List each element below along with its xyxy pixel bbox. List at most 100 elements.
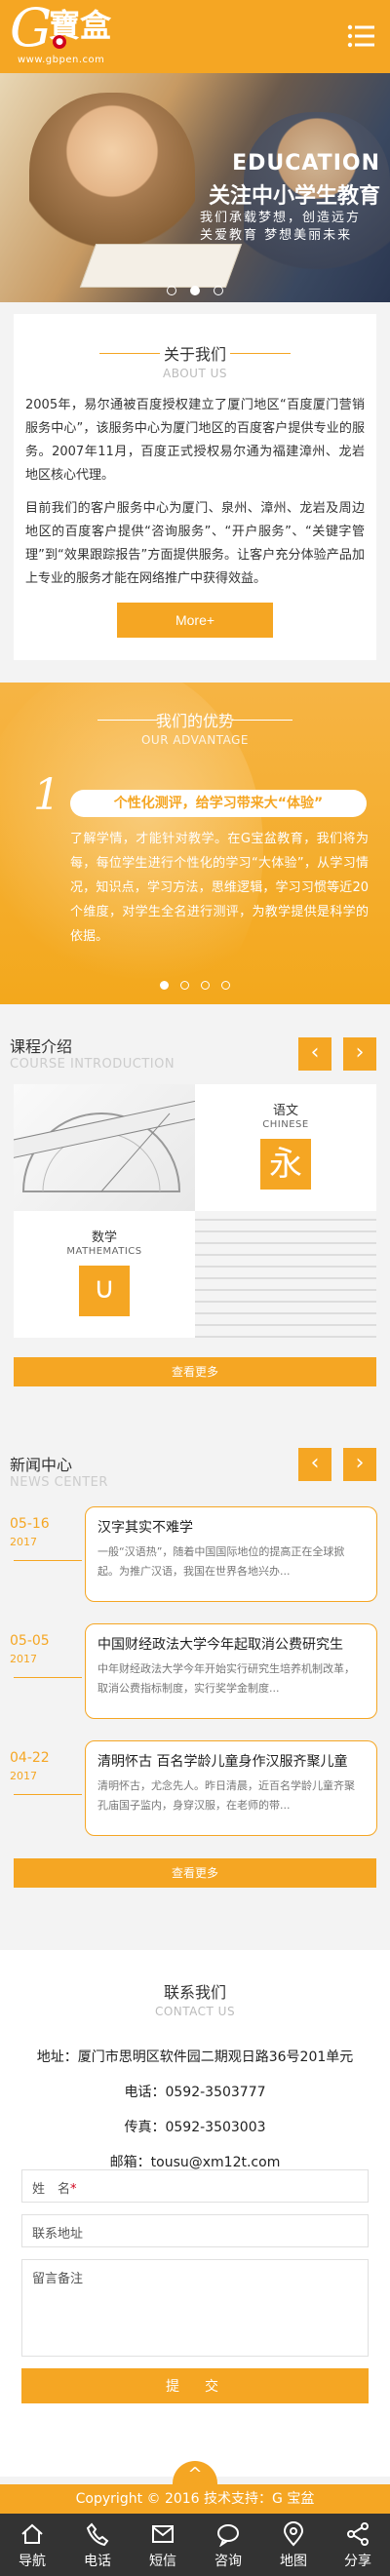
chevron-up-icon: ^ xyxy=(187,2464,203,2484)
news-item-title[interactable]: 清明怀古 百名学龄儿童身作汉服齐聚儿童 xyxy=(98,1751,365,1771)
advantage-text: 了解学情，才能针对教学。在G宝盆教育，我们将为每，每位学生进行个性化的学习“大体… xyxy=(70,832,369,944)
course-next-button[interactable]: › xyxy=(343,1037,376,1071)
contact-fax: 传真：0592-3503003 xyxy=(124,2120,266,2135)
nav-label: 电话 xyxy=(84,2554,111,2569)
submit-button[interactable]: 提 交 xyxy=(21,2368,369,2403)
required-star: * xyxy=(70,2182,77,2197)
share-icon xyxy=(347,2522,369,2546)
about-paragraph: 目前我们的客户服务中心为厦门、泉州、漳州、龙岩及周边地区的百度客户提供“咨询服务… xyxy=(25,501,365,586)
course-title-en: COURSE INTRODUCTION xyxy=(10,1057,176,1072)
course-photo-ruler xyxy=(14,1084,195,1211)
news-item-summary: 中年财经政法大学今年开始实行研究生培养机制改革，取消公费指标制度，实行奖学金制度… xyxy=(98,1662,355,1695)
news-prev-button[interactable]: ‹ xyxy=(298,1448,332,1481)
news-item-title[interactable]: 汉字其实不难学 xyxy=(98,1517,365,1537)
banner-dot-active[interactable] xyxy=(190,286,200,295)
divider xyxy=(98,720,158,721)
contact-phone[interactable]: 电话：0592-3503777 xyxy=(0,2075,390,2110)
news-date: 05-05 xyxy=(10,1633,50,1649)
nav-item-home[interactable]: 导航 xyxy=(0,2514,64,2576)
about-paragraph: 2005年，易尔通被百度授权建立了厦门地区“百度厦门营销服务中心”，该服务中心为… xyxy=(25,398,365,483)
news-year: 2017 xyxy=(10,1770,37,1782)
message-textarea[interactable]: 留言备注 xyxy=(21,2259,369,2357)
message-field-label: 留言备注 xyxy=(32,2272,84,2286)
hero-banner[interactable]: EDUCATION 关注中小学生教育 我们承载梦想，创造远方 关爱教育 梦想美丽… xyxy=(0,73,390,302)
bottom-nav: 导航 电话 短信 咨询 地图 分享 xyxy=(0,2514,390,2576)
name-field-label: 姓 名 xyxy=(32,2182,71,2197)
nav-label: 分享 xyxy=(344,2554,371,2569)
course-card-chinese[interactable]: 语文 CHINESE 永 xyxy=(195,1084,376,1211)
contact-form: 姓 名* 联系地址 留言备注 提 交 xyxy=(21,2169,369,2403)
news-card[interactable]: 汉字其实不难学 一般“汉语热”，随着中国国际地位的提高正在全球掀起。为推广汉语，… xyxy=(85,1506,377,1602)
advantage-dot[interactable] xyxy=(201,981,210,990)
banner-title-cn: 关注中小学生教育 xyxy=(208,184,380,209)
contact-address: 地址：厦门市思明区软件园二期观日路36号201单元 xyxy=(36,2049,354,2065)
course-card-math[interactable]: 数学 MATHEMATICS ∪ xyxy=(14,1211,195,1338)
course-name-en: CHINESE xyxy=(262,1119,309,1130)
advantage-heading: 我们的优势 OUR ADVANTAGE xyxy=(0,708,390,747)
news-item[interactable]: 04-22 2017 清明怀古 百名学龄儿童身作汉服齐聚儿童 清明怀古，尤念先人… xyxy=(0,1740,390,1838)
about-section: 关于我们 ABOUT US 2005年，易尔通被百度授权建立了厦门地区“百度厦门… xyxy=(14,314,376,660)
contact-info: 地址：厦门市思明区软件园二期观日路36号201单元 电话：0592-350377… xyxy=(0,2040,390,2180)
advantage-title-en: OUR ADVANTAGE xyxy=(140,733,250,747)
nav-item-sms[interactable]: 短信 xyxy=(131,2514,195,2576)
advantage-number: 1 xyxy=(33,770,60,820)
news-title-en: NEWS CENTER xyxy=(10,1475,108,1490)
nav-item-map[interactable]: 地图 xyxy=(261,2514,326,2576)
news-item[interactable]: 05-05 2017 中国财经政法大学今年起取消公费研究生 中年财经政法大学今年… xyxy=(0,1623,390,1721)
advantage-dot[interactable] xyxy=(221,981,230,990)
nav-item-chat[interactable]: 咨询 xyxy=(196,2514,260,2576)
about-more-button[interactable]: More+ xyxy=(117,603,273,638)
contact-title-en: CONTACT US xyxy=(154,2005,236,2018)
phone-icon xyxy=(86,2522,109,2547)
banner-dot[interactable] xyxy=(167,286,176,295)
divider xyxy=(14,1677,82,1678)
logo-url: www.gbpen.com xyxy=(18,55,105,65)
chat-icon xyxy=(217,2524,239,2547)
banner-subtitle: 我们承载梦想，创造远方 关爱教育 梦想美丽未来 xyxy=(200,211,362,243)
chinese-character-icon: 永 xyxy=(260,1139,311,1190)
course-name: 语文 xyxy=(272,1104,298,1118)
news-next-button[interactable]: › xyxy=(343,1448,376,1481)
news-item-summary: 清明怀古，尤念先人。昨日清晨，近百名学龄儿童齐聚孔庙国子监内，身穿汉服，在老师的… xyxy=(98,1779,355,1812)
nav-item-phone[interactable]: 电话 xyxy=(65,2514,130,2576)
nav-label: 导航 xyxy=(19,2554,46,2569)
about-heading: 关于我们 ABOUT US xyxy=(14,341,376,380)
menu-button[interactable] xyxy=(345,20,378,53)
site-logo[interactable]: G 寶盒 ● www.gbpen.com xyxy=(10,2,146,66)
news-date: 05-16 xyxy=(10,1516,50,1532)
name-field[interactable]: 姓 名* xyxy=(21,2169,369,2203)
advantage-dot-active[interactable] xyxy=(160,981,169,990)
course-name-en: MATHEMATICS xyxy=(66,1246,142,1257)
banner-dot[interactable] xyxy=(214,286,223,295)
map-icon xyxy=(283,2521,304,2547)
news-section: 新闻中心 NEWS CENTER ‹ › 05-16 2017 汉字其实不难学 … xyxy=(0,1426,390,1914)
news-item[interactable]: 05-16 2017 汉字其实不难学 一般“汉语热”，随着中国国际地位的提高正在… xyxy=(0,1506,390,1604)
logo-g: G xyxy=(10,0,53,59)
home-icon xyxy=(21,2523,43,2544)
about-title-en: ABOUT US xyxy=(162,367,227,380)
news-card[interactable]: 中国财经政法大学今年起取消公费研究生 中年财经政法大学今年开始实行研究生培养机制… xyxy=(85,1623,377,1719)
menu-icon xyxy=(347,24,374,48)
course-prev-button[interactable]: ‹ xyxy=(298,1037,332,1071)
news-more-button[interactable]: 查看更多 xyxy=(14,1858,376,1888)
about-title: 关于我们 xyxy=(163,345,226,364)
logo-seal-icon: ● xyxy=(53,35,66,49)
news-card[interactable]: 清明怀古 百名学龄儿童身作汉服齐聚儿童 清明怀古，尤念先人。昨日清晨，近百名学龄… xyxy=(85,1740,377,1836)
nav-label: 咨询 xyxy=(214,2554,242,2569)
news-item-summary: 一般“汉语热”，随着中国国际地位的提高正在全球掀起。为推广汉语，我国在世界各地兴… xyxy=(98,1545,345,1578)
advantage-dot[interactable] xyxy=(180,981,189,990)
divider xyxy=(99,353,160,354)
nav-item-share[interactable]: 分享 xyxy=(326,2514,390,2576)
news-item-title[interactable]: 中国财经政法大学今年起取消公费研究生 xyxy=(98,1634,365,1654)
contact-title: 联系我们 xyxy=(163,1983,226,2002)
course-title: 课程介绍 xyxy=(10,1037,73,1056)
banner-pagination xyxy=(0,281,390,299)
contact-section: 联系我们 CONTACT US 地址：厦门市思明区软件园二期观日路36号201单… xyxy=(0,1950,390,2477)
advantage-headline: 个性化测评，给学习带来大“体验” xyxy=(70,790,367,817)
contact-heading: 联系我们 CONTACT US xyxy=(0,1979,390,2018)
advantage-pagination xyxy=(0,975,390,994)
divider xyxy=(232,720,292,721)
news-year: 2017 xyxy=(10,1536,37,1548)
course-more-button[interactable]: 查看更多 xyxy=(14,1357,376,1386)
address-field[interactable]: 联系地址 xyxy=(21,2214,369,2247)
